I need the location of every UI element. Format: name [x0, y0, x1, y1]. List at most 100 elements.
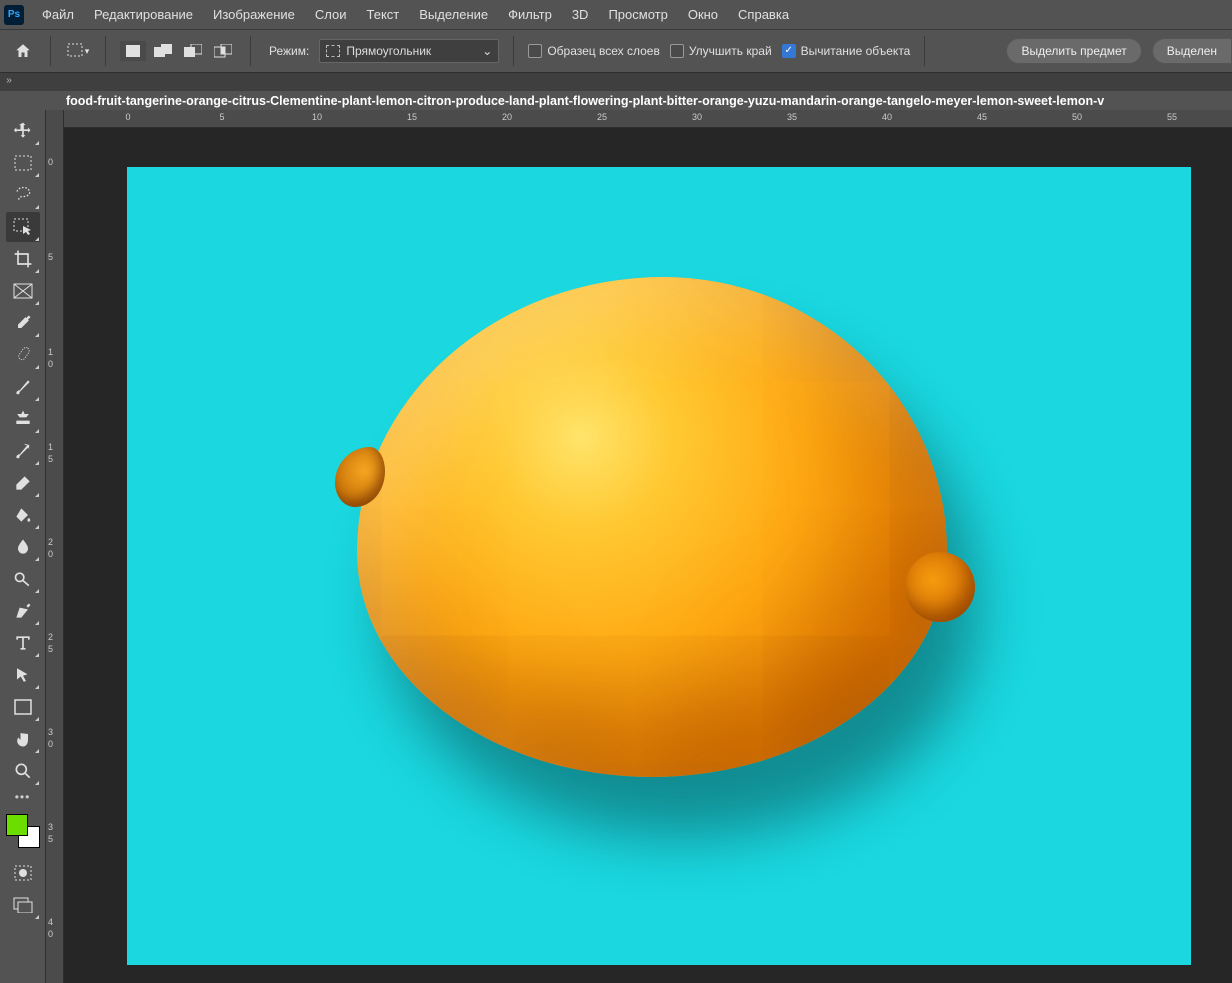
checkbox-box [670, 44, 684, 58]
checkbox-box: ✓ [782, 44, 796, 58]
ruler-tick: 5 [48, 834, 53, 844]
pen-tool[interactable] [6, 596, 40, 626]
ruler-tick: 3 [48, 822, 53, 832]
select-subject-button[interactable]: Выделить предмет [1006, 38, 1141, 64]
ruler-tick: 3 [48, 727, 53, 737]
separator [50, 36, 51, 66]
ruler-tick: 0 [48, 157, 53, 167]
document-canvas[interactable] [127, 167, 1191, 965]
eraser-tool[interactable] [6, 468, 40, 498]
menu-item-Фильтр[interactable]: Фильтр [500, 3, 560, 26]
ruler-tick: 5 [219, 112, 224, 122]
paint-bucket-tool[interactable] [6, 500, 40, 530]
ruler-tick: 0 [48, 739, 53, 749]
mode-intersect-icon[interactable] [210, 41, 236, 61]
panel-flyout-icon[interactable]: » [0, 73, 18, 88]
checkbox-label: Образец всех слоев [547, 44, 660, 58]
shape-tool[interactable] [6, 692, 40, 722]
blur-tool[interactable] [6, 532, 40, 562]
move-tool[interactable] [6, 116, 40, 146]
mode-subtract-icon[interactable] [180, 41, 206, 61]
ruler-tick: 0 [48, 929, 53, 939]
ruler-tick: 20 [502, 112, 512, 122]
menu-item-Просмотр[interactable]: Просмотр [600, 3, 675, 26]
ruler-tick: 1 [48, 442, 53, 452]
lasso-tool[interactable] [6, 180, 40, 210]
mode-select-value: Прямоугольник [346, 44, 431, 58]
image-content [357, 277, 947, 777]
ruler-tick: 5 [48, 454, 53, 464]
object-selection-tool[interactable] [6, 212, 40, 242]
ruler-tick: 2 [48, 632, 53, 642]
menu-item-Справка[interactable]: Справка [730, 3, 797, 26]
ruler-tick: 4 [48, 917, 53, 927]
current-tool-icon[interactable]: ▾ [65, 41, 91, 61]
checkbox-label: Вычитание объекта [801, 44, 911, 58]
screen-mode-tool[interactable] [6, 890, 40, 920]
mode-select[interactable]: Прямоугольник ⌄ [319, 39, 499, 63]
brush-tool[interactable] [6, 372, 40, 402]
enhance-edge-checkbox[interactable]: Улучшить край [670, 44, 772, 58]
path-selection-tool[interactable] [6, 660, 40, 690]
hand-tool[interactable] [6, 724, 40, 754]
rectangle-icon [326, 45, 340, 57]
ruler-tick: 35 [787, 112, 797, 122]
mode-label: Режим: [269, 44, 309, 58]
ruler-tick: 10 [312, 112, 322, 122]
marquee-tool[interactable] [6, 148, 40, 178]
vertical-ruler[interactable]: 0510152025303540 [46, 110, 64, 983]
foreground-color-swatch[interactable] [6, 814, 28, 836]
mode-add-icon[interactable] [150, 41, 176, 61]
menu-item-Слои[interactable]: Слои [307, 3, 355, 26]
ruler-tick: 0 [125, 112, 130, 122]
ruler-tick: 30 [692, 112, 702, 122]
quick-mask-tool[interactable] [6, 858, 40, 888]
ruler-tick: 50 [1072, 112, 1082, 122]
sample-all-layers-checkbox[interactable]: Образец всех слоев [528, 44, 660, 58]
menu-item-3D[interactable]: 3D [564, 3, 597, 26]
ruler-tick: 45 [977, 112, 987, 122]
edit-toolbar-button[interactable]: ••• [6, 790, 40, 804]
color-swatches[interactable] [6, 814, 40, 848]
menu-item-Окно[interactable]: Окно [680, 3, 726, 26]
ruler-tick: 1 [48, 347, 53, 357]
ruler-tick: 0 [48, 359, 53, 369]
chevron-down-icon: ⌄ [482, 44, 492, 58]
checkbox-box [528, 44, 542, 58]
frame-tool[interactable] [6, 276, 40, 306]
separator [105, 36, 106, 66]
checkbox-label: Улучшить край [689, 44, 772, 58]
ruler-tick: 25 [597, 112, 607, 122]
type-tool[interactable] [6, 628, 40, 658]
clone-stamp-tool[interactable] [6, 404, 40, 434]
history-brush-tool[interactable] [6, 436, 40, 466]
ruler-tick: 15 [407, 112, 417, 122]
app-logo: Ps [4, 5, 24, 25]
ruler-tick: 40 [882, 112, 892, 122]
ruler-tick: 5 [48, 644, 53, 654]
document-title: food-fruit-tangerine-orange-citrus-Cleme… [62, 91, 1232, 111]
menu-bar: Ps ФайлРедактированиеИзображениеСлоиТекс… [0, 0, 1232, 30]
menu-item-Редактирование[interactable]: Редактирование [86, 3, 201, 26]
separator [924, 36, 925, 66]
select-and-mask-button[interactable]: Выделен [1152, 38, 1232, 64]
dodge-tool[interactable] [6, 564, 40, 594]
ruler-tick: 0 [48, 549, 53, 559]
options-bar: ▾ Режим: Прямоугольник ⌄ Образец всех сл… [0, 30, 1232, 73]
document-tab-strip [0, 73, 1232, 91]
healing-brush-tool[interactable] [6, 340, 40, 370]
horizontal-ruler[interactable]: 0510152025303540455055 [64, 110, 1232, 128]
mode-new-icon[interactable] [120, 41, 146, 61]
menu-item-Файл[interactable]: Файл [34, 3, 82, 26]
object-subtract-checkbox[interactable]: ✓ Вычитание объекта [782, 44, 911, 58]
menu-item-Текст[interactable]: Текст [359, 3, 408, 26]
ruler-tick: 5 [48, 252, 53, 262]
zoom-tool[interactable] [6, 756, 40, 786]
selection-mode-group [120, 41, 236, 61]
canvas-area[interactable] [64, 128, 1232, 983]
crop-tool[interactable] [6, 244, 40, 274]
menu-item-Выделение[interactable]: Выделение [411, 3, 496, 26]
menu-item-Изображение[interactable]: Изображение [205, 3, 303, 26]
home-button[interactable] [10, 41, 36, 61]
eyedropper-tool[interactable] [6, 308, 40, 338]
